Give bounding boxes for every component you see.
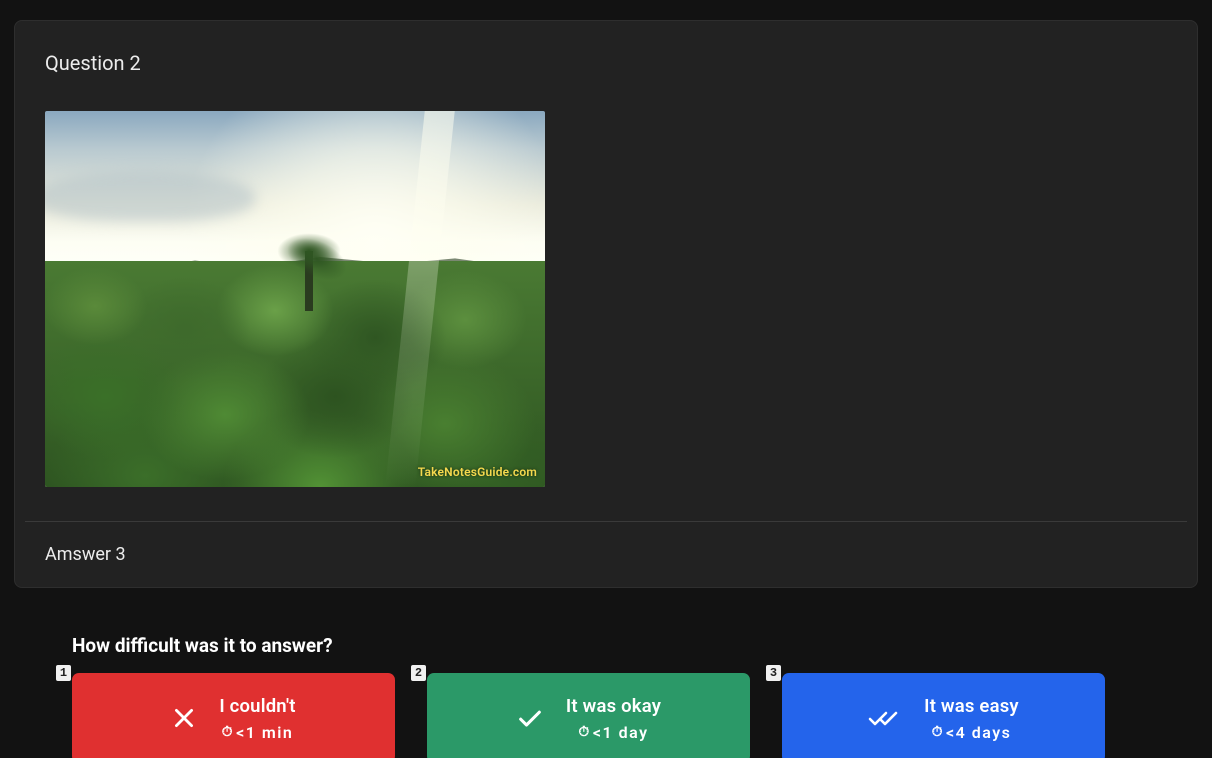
- hotkey-badge: 1: [56, 665, 71, 681]
- image-watermark: TakeNotesGuide.com: [418, 465, 537, 479]
- difficulty-label: It was okay: [566, 695, 661, 717]
- check-icon: [516, 704, 544, 732]
- clock-icon: ⏱: [932, 725, 944, 739]
- difficulty-prompt: How difficult was it to answer?: [72, 634, 1140, 657]
- difficulty-time: ⏱ <1 day: [578, 723, 648, 742]
- difficulty-button-easy[interactable]: It was easy ⏱ <4 days: [782, 673, 1105, 758]
- difficulty-button-couldnt[interactable]: I couldn't ⏱ <1 min: [72, 673, 395, 758]
- difficulty-time: ⏱ <4 days: [932, 723, 1012, 742]
- double-check-icon: [868, 704, 902, 732]
- cross-icon: [171, 705, 197, 731]
- hotkey-badge: 3: [766, 665, 781, 681]
- difficulty-label: I couldn't: [219, 695, 295, 717]
- clock-icon: ⏱: [578, 725, 590, 739]
- flashcard-card: Question 2 TakeNotesGuide.com Amswer 3: [14, 20, 1198, 588]
- difficulty-option-okay-wrap: 2 It was okay ⏱ <1 day: [427, 673, 750, 758]
- clock-icon: ⏱: [222, 725, 234, 739]
- question-title: Question 2: [45, 51, 1167, 75]
- question-image: TakeNotesGuide.com: [45, 111, 545, 487]
- difficulty-time: ⏱ <1 min: [222, 723, 294, 742]
- difficulty-label: It was easy: [924, 695, 1019, 717]
- difficulty-option-easy-wrap: 3 It was easy ⏱ <4 days: [782, 673, 1105, 758]
- difficulty-footer: How difficult was it to answer? 1 I coul…: [0, 634, 1212, 758]
- difficulty-button-okay[interactable]: It was okay ⏱ <1 day: [427, 673, 750, 758]
- difficulty-option-couldnt-wrap: 1 I couldn't ⏱ <1 min: [72, 673, 395, 758]
- divider: [25, 521, 1187, 522]
- difficulty-buttons: 1 I couldn't ⏱ <1 min 2: [72, 673, 1140, 758]
- answer-text: Amswer 3: [45, 544, 1167, 565]
- hotkey-badge: 2: [411, 665, 426, 681]
